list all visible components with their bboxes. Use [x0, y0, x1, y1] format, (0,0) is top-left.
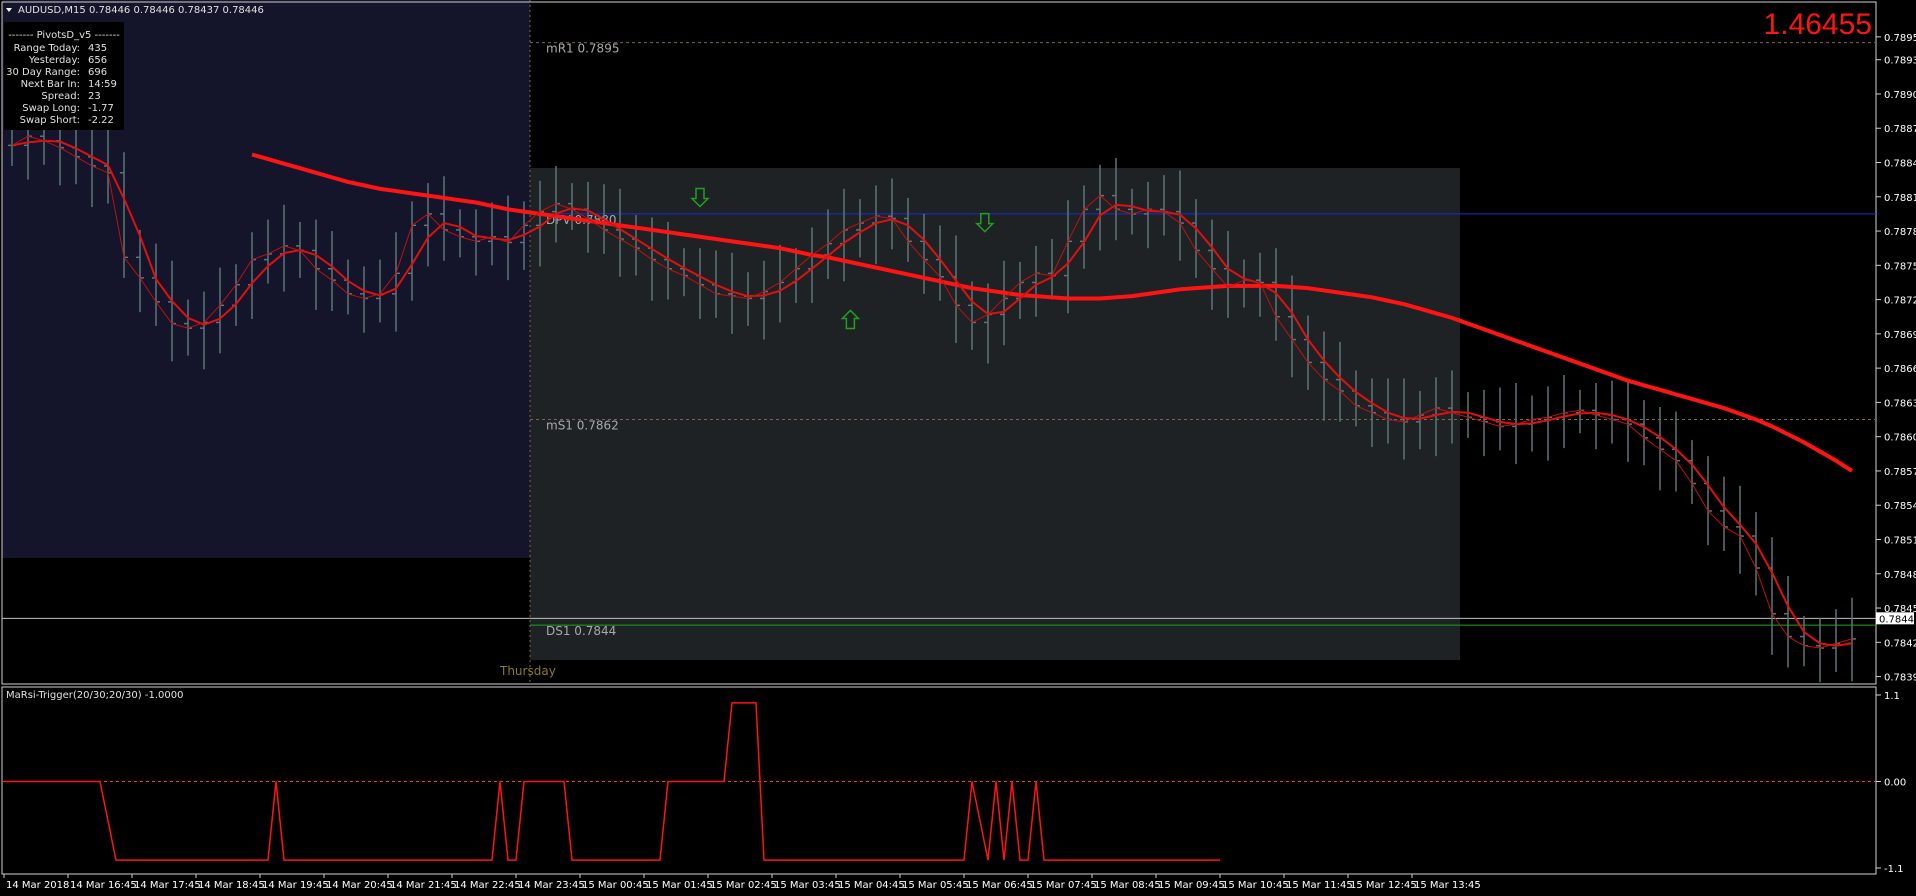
indicator-title: MaRsi-Trigger(20/30;20/30) -1.0000 [6, 690, 183, 701]
pivots-row-value: 696 [88, 67, 107, 78]
x-tick-label: 14 Mar 18:45 [198, 880, 265, 891]
pivots-row-label: Yesterday: [28, 55, 80, 66]
y-tick-label: 0.78695 [1884, 330, 1916, 341]
pivots-row-label: Swap Long: [22, 103, 80, 114]
x-tick-label: 15 Mar 04:45 [838, 880, 905, 891]
y-tick-label: 0.78665 [1884, 364, 1916, 375]
today-session-box [530, 168, 1460, 660]
x-tick-label: 14 Mar 2018 [6, 880, 69, 891]
pivots-panel-title: ------- PivotsD_v5 ------- [8, 30, 120, 41]
y-tick-label: 0.78785 [1884, 227, 1916, 238]
x-tick-label: 15 Mar 03:45 [774, 880, 841, 891]
y-tick-label: 0.78845 [1884, 159, 1916, 170]
day-label: Thursday [499, 664, 556, 678]
y-tick-label: 0.78815 [1884, 193, 1916, 204]
pivots-row-label: 30 Day Range: [6, 67, 80, 78]
y-tick-label: 0.78935 [1884, 56, 1916, 67]
pivots-row-value: -2.22 [88, 115, 114, 126]
y-tick-label: 0.78755 [1884, 261, 1916, 272]
x-tick-label: 15 Mar 10:45 [1222, 880, 1289, 891]
x-tick-label: 14 Mar 19:45 [262, 880, 329, 891]
trading-chart[interactable]: mR1 0.7895DPV 0.7880mS1 0.7862DS1 0.7844… [0, 0, 1916, 896]
x-tick-label: 15 Mar 02:45 [710, 880, 777, 891]
pivots-row-value: 656 [88, 55, 107, 66]
y-tick-label: 0.78575 [1884, 467, 1916, 478]
y-tick-label: 0.78605 [1884, 433, 1916, 444]
current-price-label: 0.78446 [1879, 614, 1916, 625]
x-tick-label: 14 Mar 20:45 [326, 880, 393, 891]
pivots-row-label: Swap Short: [20, 115, 80, 126]
x-tick-label: 14 Mar 16:45 [70, 880, 137, 891]
x-tick-label: 15 Mar 12:45 [1350, 880, 1417, 891]
pivots-row-value: -1.77 [88, 103, 114, 114]
x-tick-label: 14 Mar 17:45 [134, 880, 201, 891]
y-tick-label: 0.78425 [1884, 638, 1916, 649]
x-tick-label: 15 Mar 08:45 [1094, 880, 1161, 891]
y-tick-label: 0.78485 [1884, 570, 1916, 581]
x-tick-label: 15 Mar 00:45 [582, 880, 649, 891]
y-tick-label: 0.78955 [1884, 33, 1916, 44]
y-tick-label: 0.78905 [1884, 90, 1916, 101]
level-label-DS1: DS1 0.7844 [546, 624, 616, 638]
big-value-label: 1.46455 [1764, 8, 1872, 41]
x-tick-label: 15 Mar 13:45 [1414, 880, 1481, 891]
indicator-y-label: 0.00 [1884, 778, 1906, 789]
x-tick-label: 15 Mar 07:45 [1030, 880, 1097, 891]
indicator-y-label: 1.1 [1884, 691, 1900, 702]
x-tick-label: 15 Mar 09:45 [1158, 880, 1225, 891]
pivots-row-label: Range Today: [14, 43, 80, 54]
pivots-row-value: 14:59 [88, 79, 117, 90]
pivots-row-value: 435 [88, 43, 107, 54]
symbol-label: AUDUSD,M15 0.78446 0.78446 0.78437 0.784… [18, 5, 264, 16]
x-tick-label: 14 Mar 23:45 [518, 880, 585, 891]
x-tick-label: 15 Mar 05:45 [902, 880, 969, 891]
x-tick-label: 15 Mar 06:45 [966, 880, 1033, 891]
y-tick-label: 0.78395 [1884, 673, 1916, 684]
x-tick-label: 15 Mar 11:45 [1286, 880, 1353, 891]
y-tick-label: 0.78635 [1884, 398, 1916, 409]
y-tick-label: 0.78455 [1884, 604, 1916, 615]
pivots-row-value: 23 [88, 91, 101, 102]
pivots-row-label: Next Bar In: [21, 79, 80, 90]
level-label-mR1: mR1 0.7895 [546, 42, 619, 56]
indicator-y-label: -1.1 [1884, 864, 1904, 875]
y-tick-label: 0.78515 [1884, 535, 1916, 546]
y-tick-label: 0.78545 [1884, 501, 1916, 512]
y-tick-label: 0.78725 [1884, 296, 1916, 307]
level-label-mS1: mS1 0.7862 [546, 419, 619, 433]
pivots-row-label: Spread: [41, 91, 80, 102]
x-tick-label: 14 Mar 22:45 [454, 880, 521, 891]
x-tick-label: 14 Mar 21:45 [390, 880, 457, 891]
y-tick-label: 0.78875 [1884, 124, 1916, 135]
x-tick-label: 15 Mar 01:45 [646, 880, 713, 891]
